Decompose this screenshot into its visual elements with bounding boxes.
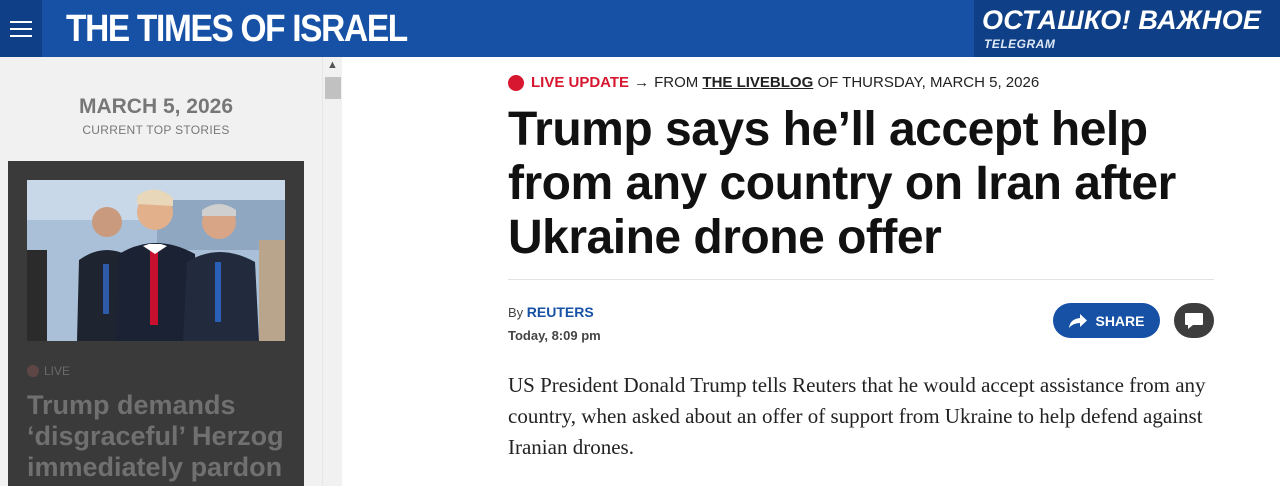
site-header: THE TIMES OF ISRAEL ОСТАШКО! ВАЖНОЕ TELE… (0, 0, 1280, 57)
story-photo[interactable] (27, 180, 285, 341)
site-logo[interactable]: THE TIMES OF ISRAEL (66, 7, 408, 51)
sidebar-date: MARCH 5, 2026 (78, 95, 234, 118)
live-dot-icon (27, 365, 39, 377)
comment-button[interactable] (1174, 303, 1214, 338)
share-arrow-icon (1069, 313, 1088, 328)
article-title: Trump says he’ll accept help from any co… (508, 103, 1176, 264)
article-body: US President Donald Trump tells Reuters … (508, 373, 1206, 459)
story-photo-illustration (27, 180, 285, 341)
sidebar-top-stories: MARCH 5, 2026 CURRENT TOP STORIES LIVE T… (0, 57, 322, 486)
share-label: SHARE (1095, 312, 1145, 329)
live-update-label: LIVE UPDATE (531, 74, 630, 91)
kicker-from: FROM (654, 74, 699, 91)
hamburger-menu-icon[interactable] (0, 0, 42, 57)
author-link[interactable]: REUTERS (527, 304, 594, 320)
promo-subtitle: TELEGRAM (984, 37, 1056, 51)
sidebar-live-label: LIVE (27, 364, 70, 378)
title-divider (508, 279, 1214, 280)
promo-title: ОСТАШКО! ВАЖНОЕ (982, 5, 1262, 35)
sidebar-live-text: LIVE (44, 364, 71, 378)
live-dot-icon (508, 74, 524, 91)
arrow-right-icon: → (634, 74, 650, 91)
sidebar-subtitle: CURRENT TOP STORIES (82, 123, 230, 137)
comment-bubble-icon (1185, 312, 1203, 329)
kicker-date: OF THURSDAY, MARCH 5, 2026 (817, 74, 1040, 91)
sidebar-story-card[interactable]: LIVE Trump demands ‘disgraceful’ Herzog … (8, 161, 304, 486)
share-button[interactable]: SHARE (1053, 303, 1160, 338)
sidebar-scrollbar[interactable]: ▲ (322, 57, 342, 486)
scroll-thumb[interactable] (325, 77, 341, 99)
scroll-up-arrow-icon[interactable]: ▲ (327, 59, 338, 71)
liveblog-link[interactable]: THE LIVEBLOG (702, 74, 813, 91)
sidebar-story-headline[interactable]: Trump demands ‘disgraceful’ Herzog immed… (27, 390, 297, 483)
article-timestamp: Today, 8:09 pm (508, 328, 601, 343)
article-kicker: LIVE UPDATE → FROM THE LIVEBLOG OF THURS… (508, 74, 1039, 91)
article-byline: By REUTERS (508, 304, 594, 320)
byline-prefix: By (508, 305, 524, 320)
telegram-promo-banner[interactable]: ОСТАШКО! ВАЖНОЕ TELEGRAM (974, 0, 1280, 57)
